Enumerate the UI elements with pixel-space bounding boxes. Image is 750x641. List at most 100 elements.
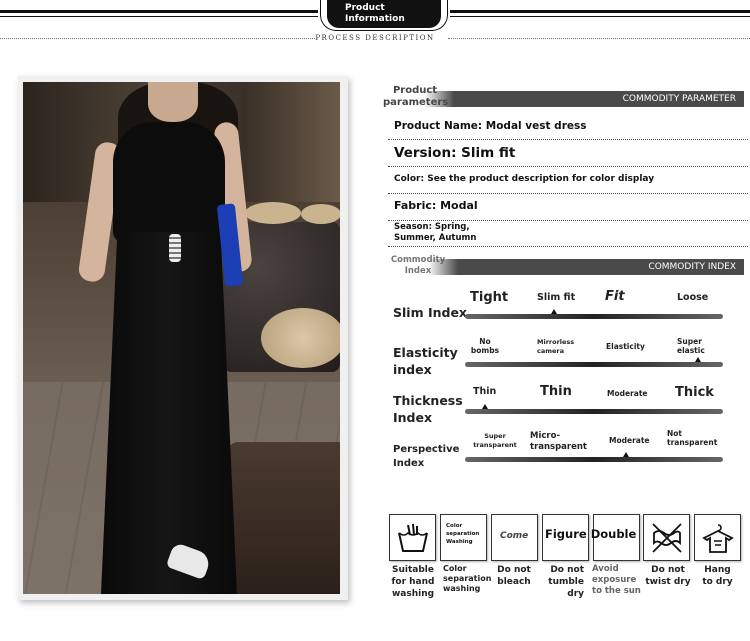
care-label-no-bleach: Do not bleach	[491, 564, 537, 588]
care-label-hang-dry-l2: to dry	[702, 577, 733, 587]
header-thin-rule-right	[450, 16, 750, 17]
perspective-label-line1: Perspective	[393, 444, 460, 455]
thickness-index-label: Thickness Index	[393, 392, 463, 426]
do-not-bleach-icon: Come	[491, 514, 538, 561]
header-badge: Product Information	[327, 0, 441, 28]
photo-dress-top	[113, 122, 225, 242]
do-not-twist-dry-icon	[643, 514, 690, 561]
care-label-no-twist: Do not twist dry	[643, 564, 693, 588]
header-thin-rule-left	[0, 16, 318, 17]
perspective-scale-bar	[465, 457, 723, 462]
care-label-hand-wash-l3: washing	[391, 589, 435, 599]
hang-to-dry-icon	[694, 514, 741, 561]
header-rule-left	[0, 10, 318, 13]
perspective-option-super-transparent: Super transparent	[472, 432, 518, 450]
care-label-avoid-sun-l1: Avoid	[592, 564, 619, 574]
care-label-no-bleach-l1: Do not	[497, 565, 531, 575]
elasticity-option-bombs: bombs	[470, 346, 500, 355]
color-sep-box-line3: Washing	[446, 539, 473, 545]
care-label-avoid-sun-l2: exposure	[592, 575, 637, 585]
slim-option-fit: Fit	[605, 289, 625, 304]
elasticity-label-line1: Elasticity	[393, 345, 458, 360]
photo-chair	[228, 442, 340, 594]
product-photo	[23, 82, 340, 594]
perspective-option-micro: Micro-	[530, 431, 560, 441]
header-subtitle: PROCESS DESCRIPTION	[315, 34, 435, 42]
thickness-scale-bar	[465, 409, 723, 414]
param-row-version: Version: Slim fit	[388, 142, 748, 167]
param-season-line1: Season: Spring,	[394, 222, 470, 232]
slim-option-loose: Loose	[677, 292, 709, 303]
slim-option-slim-fit: Slim fit	[537, 292, 576, 303]
elasticity-option-elasticity: Elasticity	[606, 342, 645, 351]
slim-option-tight: Tight	[470, 290, 509, 305]
care-label-hang-dry-l1: Hang	[704, 565, 731, 575]
elasticity-index-label: Elasticity index	[393, 344, 458, 378]
perspective-option-not-transparent: Not transparent	[667, 429, 717, 447]
perspective-option-transparent-2: transparent	[530, 442, 587, 452]
photo-table-front	[261, 308, 340, 368]
param-version: Version: Slim fit	[394, 145, 516, 161]
color-separation-icon: Color separation Washing	[440, 514, 487, 561]
param-row-fabric: Fabric: Modal	[388, 196, 748, 221]
care-label-avoid-sun-l3: to the sun	[592, 586, 641, 596]
thickness-label-line1: Thickness	[393, 393, 463, 408]
elasticity-option-super-elastic: Super elastic	[677, 337, 705, 355]
elasticity-option-no-bombs: No bombs	[470, 337, 500, 355]
come-box-text: Come	[500, 531, 529, 541]
care-label-color-separation: Color separation washing	[440, 564, 492, 594]
photo-model-face	[148, 82, 198, 122]
header-badge-line1: Product	[345, 3, 385, 13]
care-label-no-tumble: Do not tumble dry	[542, 564, 588, 600]
thickness-option-thin-2: Thin	[540, 384, 572, 399]
elasticity-option-mirrorless-l1: Mirrorless	[537, 338, 575, 346]
perspective-option-transparent-1: transparent	[473, 441, 517, 449]
care-label-no-tumble-l2: tumble	[548, 577, 584, 587]
care-label-avoid-sun: Avoid exposure to the sun	[592, 564, 642, 597]
care-label-hand-wash-l1: Suitable	[392, 565, 434, 575]
care-label-hand-wash: Suitable for hand washing	[389, 564, 437, 600]
care-label-no-twist-l2: twist dry	[645, 577, 691, 587]
photo-dress-skirt	[101, 232, 237, 594]
perspective-index-label: Perspective Index	[393, 443, 459, 471]
photo-bracelet	[169, 234, 181, 262]
color-sep-box-line2: separation	[446, 531, 480, 537]
elasticity-scale-bar	[465, 362, 723, 367]
thickness-label-line2: Index	[393, 410, 433, 425]
elasticity-option-mirrorless: Mirrorless camera	[537, 338, 574, 356]
commodity-index-bar: COMMODITY INDEX	[428, 259, 744, 275]
care-label-hang-dry: Hang to dry	[694, 564, 741, 588]
perspective-option-not: Not	[667, 429, 683, 438]
slim-index-label: Slim Index	[393, 305, 467, 320]
elasticity-label-line2: index	[393, 362, 432, 377]
param-row-product-name: Product Name: Modal vest dress	[388, 118, 748, 140]
photo-table-back-right	[301, 204, 340, 224]
elasticity-option-no: No	[479, 337, 491, 346]
elasticity-option-super: Super	[677, 337, 702, 346]
param-row-color: Color: See the product description for c…	[388, 170, 748, 194]
perspective-label-line2: Index	[393, 458, 425, 469]
param-row-season: Season: Spring, Summer, Autumn	[388, 220, 748, 247]
param-color: Color: See the product description for c…	[394, 174, 655, 184]
photo-table-back	[245, 202, 301, 224]
perspective-option-micro-transparent: Micro- transparent	[530, 431, 587, 453]
care-label-color-sep-l3: washing	[443, 584, 481, 593]
thickness-option-moderate: Moderate	[607, 389, 648, 398]
care-label-color-sep-l1: Color	[443, 564, 467, 573]
perspective-option-transparent-3: transparent	[667, 438, 718, 447]
header-rule-right	[450, 10, 750, 13]
perspective-option-moderate: Moderate	[609, 436, 650, 445]
care-label-no-twist-l1: Do not	[651, 565, 685, 575]
thickness-option-thin-1: Thin	[473, 386, 497, 397]
param-season-line2: Summer, Autumn	[394, 233, 477, 243]
thickness-option-thick: Thick	[675, 385, 714, 400]
hand-wash-icon	[389, 514, 436, 561]
care-label-no-tumble-l1: Do not	[550, 565, 584, 575]
commodity-parameter-bar: COMMODITY PARAMETER	[424, 91, 744, 107]
care-label-color-sep-l2: separation	[443, 574, 492, 583]
care-label-hand-wash-l2: for hand	[391, 577, 435, 587]
elasticity-option-elastic: elastic	[677, 346, 705, 355]
header-badge-line2: Information	[345, 14, 405, 24]
param-product-name: Product Name: Modal vest dress	[394, 120, 587, 132]
care-label-no-bleach-l2: bleach	[497, 577, 531, 587]
